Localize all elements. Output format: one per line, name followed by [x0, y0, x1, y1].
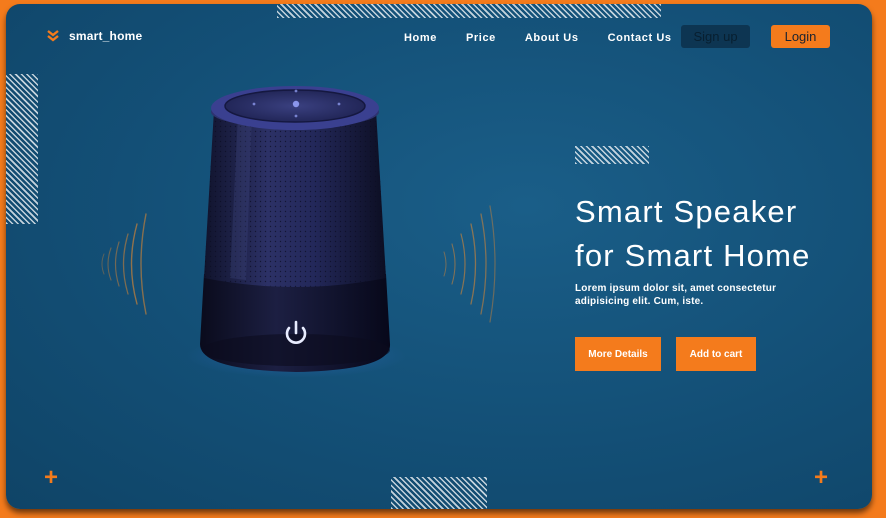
nav-contact-us[interactable]: Contact Us: [608, 32, 672, 44]
add-to-cart-button[interactable]: Add to cart: [676, 337, 756, 371]
hatch-decoration-heading: [575, 146, 649, 164]
hatch-decoration-top: [277, 4, 661, 18]
brand-name: smart_home: [69, 29, 143, 43]
nav-price[interactable]: Price: [466, 32, 496, 44]
hero-title: Smart Speaker for Smart Home: [575, 190, 855, 278]
more-details-button[interactable]: More Details: [575, 337, 661, 371]
nav-home[interactable]: Home: [404, 32, 437, 44]
sound-waves-left: [101, 213, 147, 315]
chevron-logo-icon: [47, 30, 59, 42]
sound-waves-right: [443, 205, 496, 323]
hatch-decoration-left: [6, 74, 38, 224]
plus-icon: +: [44, 464, 59, 491]
nav-about-us[interactable]: About Us: [525, 32, 579, 44]
hero-description: Lorem ipsum dolor sit, amet consectetur …: [575, 283, 777, 307]
plus-icon: +: [814, 464, 829, 491]
speaker-illustration: [78, 74, 498, 394]
hero-title-line1: Smart Speaker: [575, 193, 798, 229]
hatch-decoration-bottom: [391, 477, 487, 509]
brand-logo[interactable]: smart_home: [46, 29, 142, 43]
signup-button[interactable]: Sign up: [681, 25, 750, 48]
login-button[interactable]: Login: [771, 25, 830, 48]
hero-card: smart_home Home Price About Us Contact U…: [6, 4, 872, 509]
main-nav: Home Price About Us Contact Us: [404, 32, 701, 44]
hero-title-line2: for Smart Home: [575, 237, 811, 273]
